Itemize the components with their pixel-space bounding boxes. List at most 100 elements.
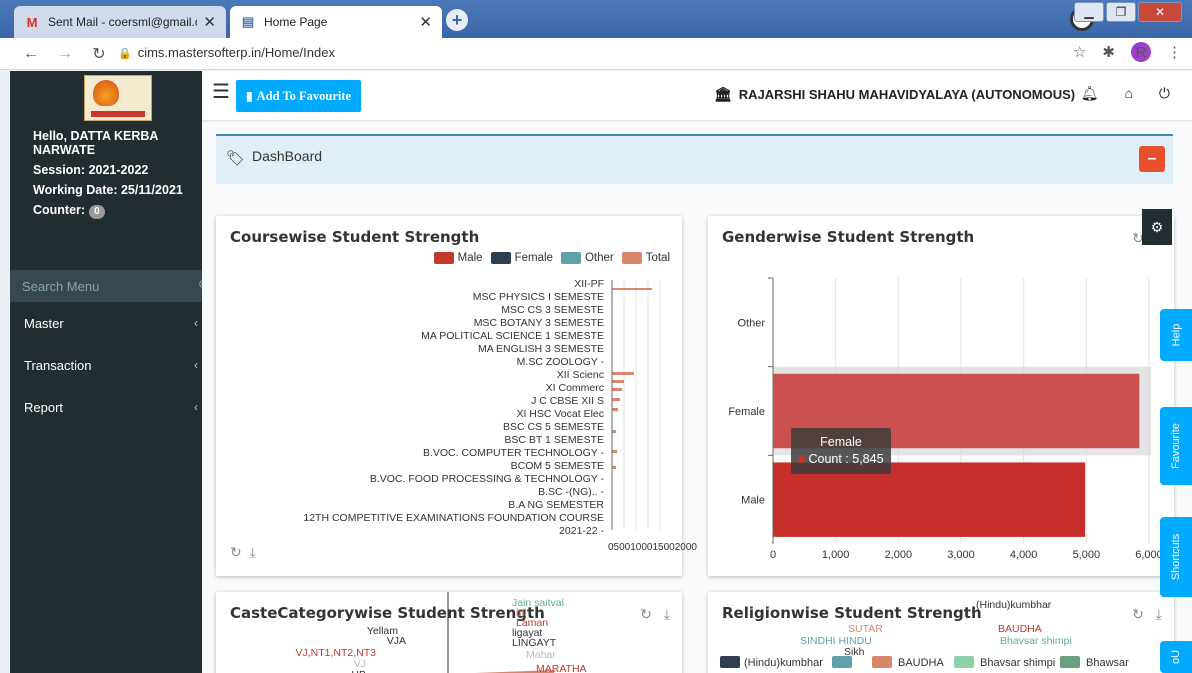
course-category-label: XII Scienc bbox=[556, 369, 604, 381]
x-tick-label: 0 bbox=[770, 549, 776, 561]
y-tick-label: Female bbox=[728, 406, 765, 418]
url-field[interactable]: 🔒 cims.mastersofterp.in/Home/Index bbox=[118, 45, 335, 60]
religion-pie-chart: (Hindu)kumbhar SUTAR BAUDHA SINDHI HINDU… bbox=[720, 599, 1129, 669]
shortcuts-tab[interactable]: Shortcuts bbox=[1160, 517, 1192, 597]
course-category-label: XI Commerc bbox=[545, 382, 604, 394]
pie-label: (Hindu)kumbhar bbox=[976, 599, 1052, 611]
legend-label: Female bbox=[514, 252, 553, 264]
avatar[interactable]: R bbox=[1131, 42, 1151, 62]
course-x-ticks: 0500100015002000 bbox=[608, 542, 697, 553]
download-icon[interactable]: ⤓ bbox=[250, 544, 256, 560]
tab-label: Sent Mail - coersml@gmail.com bbox=[48, 15, 197, 29]
close-window-button[interactable]: ✕ bbox=[1138, 2, 1182, 22]
legend-label: BAUDHA bbox=[898, 657, 945, 669]
legend-swatch-male bbox=[433, 252, 454, 264]
counter: Counter: 0 bbox=[33, 203, 193, 219]
caste-pie-chart: Yellam VJA VJ,NT1,NT2,NT3 VJ HB Jain sai… bbox=[295, 592, 587, 673]
pie-label: HB bbox=[351, 669, 366, 673]
search-menu: 🔍︎ bbox=[10, 270, 216, 302]
hamburger-menu-icon[interactable]: ☰ bbox=[212, 82, 230, 102]
home-icon[interactable]: ⌂ bbox=[1124, 85, 1132, 102]
new-tab-button[interactable]: + bbox=[446, 9, 468, 31]
legend-swatch bbox=[872, 656, 892, 668]
session: Session: 2021-2022 bbox=[33, 163, 149, 177]
legend-swatch bbox=[1060, 656, 1080, 668]
tab-label: Home Page bbox=[264, 15, 328, 29]
course-category-label: B.VOC. COMPUTER TECHNOLOGY - bbox=[422, 447, 604, 459]
browser-menu-icon[interactable]: ⋮ bbox=[1167, 43, 1182, 61]
x-tick-label: 3,000 bbox=[947, 549, 975, 561]
extensions-icon[interactable]: ✱ bbox=[1102, 43, 1115, 61]
page-icon: ▤ bbox=[241, 14, 255, 29]
browser-tab-bar: M Sent Mail - coersml@gmail.com ✕ ▤ Home… bbox=[0, 0, 1192, 38]
browser-tab-home[interactable]: ▤ Home Page ✕ bbox=[230, 6, 442, 38]
power-icon[interactable]: ⏻ bbox=[1159, 85, 1170, 102]
course-category-label: B.SC -(NG).. - bbox=[538, 486, 604, 498]
back-arrow-icon[interactable]: ← bbox=[20, 45, 42, 63]
course-category-label: XII-PF bbox=[574, 278, 604, 290]
course-category-label: 12TH COMPETITIVE EXAMINATIONS FOUNDATION… bbox=[303, 512, 604, 537]
close-tab-icon[interactable]: ✕ bbox=[203, 13, 216, 31]
settings-gear-icon[interactable]: ⚙ bbox=[1142, 209, 1172, 245]
tooltip-value: Count : 5,845 bbox=[808, 452, 884, 466]
pie-label: VJA bbox=[387, 635, 406, 647]
browser-tab-gmail[interactable]: M Sent Mail - coersml@gmail.com ✕ bbox=[14, 6, 226, 38]
bookmark-star-icon[interactable]: ☆ bbox=[1073, 43, 1086, 61]
college-name-text: RAJARSHI SHAHU MAHAVIDYALAYA (AUTONOMOUS… bbox=[738, 87, 1076, 102]
close-tab-icon[interactable]: ✕ bbox=[419, 13, 432, 31]
legend-swatch-female bbox=[490, 252, 511, 264]
pie-label: LINGAYT bbox=[512, 637, 557, 649]
course-category-label: BSC BT 1 SEMESTE bbox=[504, 434, 604, 446]
legend-swatch bbox=[832, 656, 852, 668]
sidebar-item-report[interactable]: Report ‹ bbox=[10, 387, 202, 427]
course-category-label: B.VOC. FOOD PROCESSING & TECHNOLOGY - bbox=[369, 473, 604, 485]
course-category-label: MSC PHYSICS I SEMESTE bbox=[472, 291, 604, 303]
course-category-label: XI HSC Vocat Elec bbox=[516, 408, 604, 420]
chevron-left-icon: ‹ bbox=[194, 316, 198, 330]
college-logo bbox=[84, 75, 152, 121]
y-tick-label: Male bbox=[741, 495, 765, 507]
top-bar: ☰ ▮ Add To Favourite 🏛︎ RAJARSHI SHAHU M… bbox=[202, 71, 1192, 121]
course-category-label: J C CBSE XII S bbox=[531, 395, 604, 407]
favourite-tab[interactable]: Favourite bbox=[1160, 407, 1192, 485]
sidebar-item-transaction[interactable]: Transaction ‹ bbox=[10, 345, 202, 385]
x-tick-label: 2,000 bbox=[885, 549, 913, 561]
sidebar-item-label: Master bbox=[24, 315, 64, 331]
course-category-label: B.A NG SEMESTER bbox=[508, 499, 604, 511]
bell-icon[interactable]: 🔔︎ bbox=[1081, 85, 1099, 102]
tooltip-dot bbox=[798, 456, 806, 463]
gmail-icon: M bbox=[26, 14, 38, 30]
course-category-label: MSC BOTANY 3 SEMESTE bbox=[473, 317, 604, 329]
legend-label: (Hindu)kumbhar bbox=[744, 657, 823, 669]
forward-arrow-icon[interactable]: → bbox=[54, 45, 76, 63]
legend-label: Bhawsar bbox=[1086, 657, 1129, 669]
collapse-button[interactable]: – bbox=[1139, 146, 1165, 172]
refresh-icon[interactable]: ↻ bbox=[230, 544, 242, 560]
legend-swatch bbox=[954, 656, 974, 668]
search-input[interactable] bbox=[10, 270, 198, 302]
page-title: DashBoard bbox=[252, 148, 323, 164]
pie-label: BAUDHA bbox=[998, 623, 1042, 635]
other-tab[interactable]: oU bbox=[1160, 641, 1192, 673]
y-tick-label: Other bbox=[737, 317, 765, 329]
legend-swatch bbox=[720, 656, 740, 668]
course-category-label: MA POLITICAL SCIENCE 1 SEMESTE bbox=[421, 330, 604, 342]
counter-label: Counter: bbox=[33, 203, 86, 217]
course-category-labels: XII-PF MSC PHYSICS I SEMESTE MSC CS 3 SEME… bbox=[284, 278, 604, 538]
chart-tooltip: Female Count : 5,845 bbox=[791, 428, 891, 474]
maximize-button[interactable]: ❐ bbox=[1106, 2, 1136, 22]
minimize-button[interactable]: ▁ bbox=[1074, 2, 1104, 22]
sidebar: Hello, DATTA KERBA NARWATE Session: 2021… bbox=[10, 71, 216, 673]
sidebar-item-master[interactable]: Master ‹ bbox=[10, 303, 202, 343]
chart-legend: Male Female Other Total bbox=[426, 252, 670, 264]
caste-strength-card: CasteCategorywise Student Strength ↻ ⤓ Y… bbox=[216, 592, 682, 673]
add-to-favourite-button[interactable]: ▮ Add To Favourite bbox=[236, 80, 362, 112]
pie-label: MARATHA bbox=[536, 663, 587, 673]
course-category-label: MSC CS 3 SEMESTE bbox=[501, 304, 604, 316]
legend-label: Bhavsar shimpi bbox=[980, 657, 1055, 669]
working-date: Working Date: 25/11/2021 bbox=[33, 183, 183, 197]
x-tick-label: 6,000 bbox=[1135, 549, 1163, 561]
help-tab[interactable]: Help bbox=[1160, 309, 1192, 361]
reload-icon[interactable]: ↻ bbox=[88, 44, 110, 64]
college-name: 🏛︎ RAJARSHI SHAHU MAHAVIDYALAYA (AUTONOM… bbox=[714, 86, 1075, 103]
